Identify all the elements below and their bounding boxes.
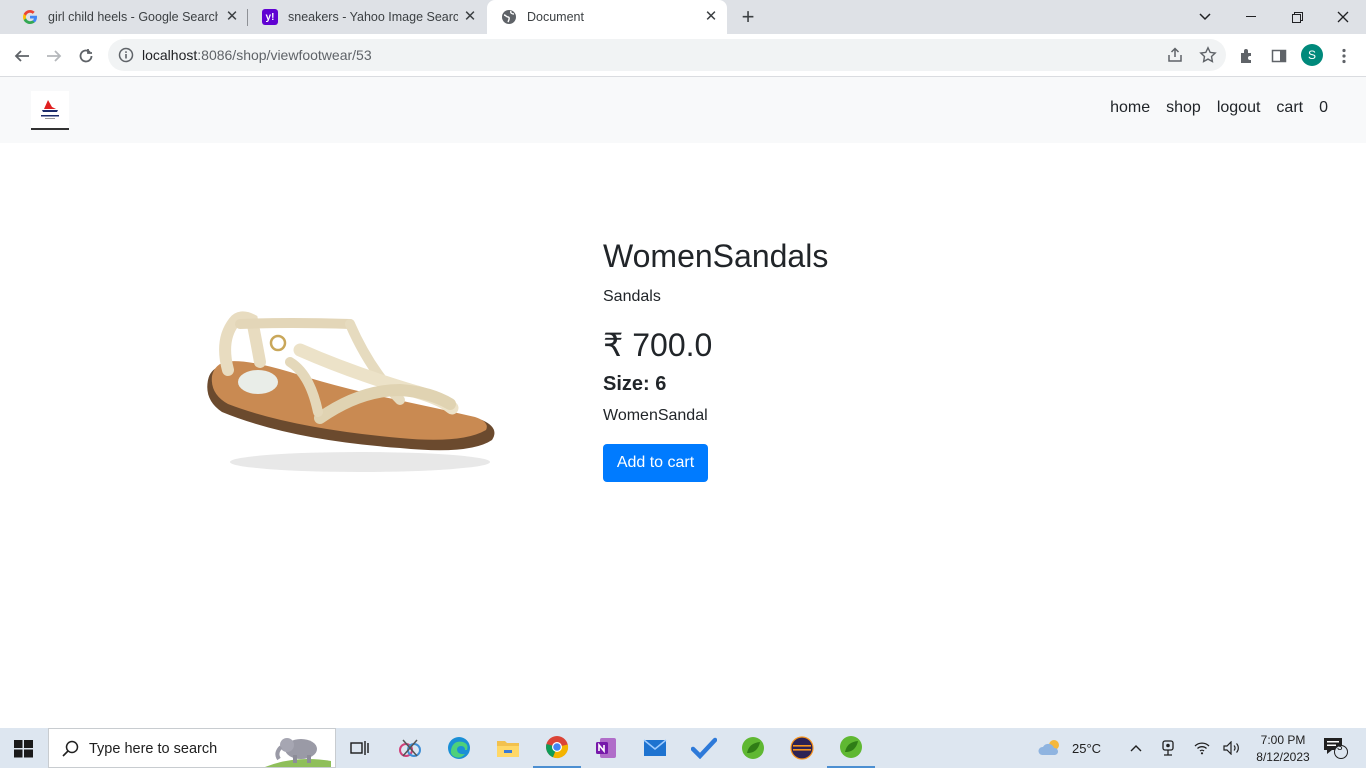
nav-link-shop[interactable]: shop bbox=[1166, 99, 1201, 117]
search-placeholder: Type here to search bbox=[89, 741, 218, 757]
restore-button[interactable] bbox=[1274, 0, 1320, 34]
windows-taskbar: Type here to search 25°C 7:00 PM 8/12/20… bbox=[0, 728, 1366, 768]
url-host: localhost bbox=[142, 47, 198, 63]
close-icon[interactable]: ✕ bbox=[224, 9, 240, 25]
clock-date: 8/12/2023 bbox=[1256, 749, 1310, 764]
brand-logo[interactable] bbox=[31, 91, 69, 130]
file-explorer-icon[interactable] bbox=[484, 728, 532, 768]
product-category: Sandals bbox=[603, 288, 661, 305]
search-icon bbox=[62, 740, 79, 762]
nav-links: home shop logout cart 0 bbox=[1094, 99, 1328, 117]
taskbar-search-box[interactable]: Type here to search bbox=[48, 728, 336, 768]
spring-tools-icon[interactable] bbox=[729, 728, 777, 768]
close-icon[interactable]: ✕ bbox=[703, 9, 719, 25]
spring-tools-running-icon[interactable] bbox=[827, 728, 875, 768]
tab-yahoo-search[interactable]: y! sneakers - Yahoo Image Search R ✕ bbox=[248, 0, 486, 34]
back-arrow-icon[interactable] bbox=[8, 42, 36, 70]
show-hidden-icons-chevron-icon[interactable] bbox=[1130, 728, 1142, 768]
tab-google-search[interactable]: girl child heels - Google Search ✕ bbox=[8, 0, 248, 34]
browser-tab-strip: girl child heels - Google Search ✕ y! sn… bbox=[0, 0, 1366, 34]
task-view-icon[interactable] bbox=[336, 728, 384, 768]
url-text: localhost:8086/shop/viewfootwear/53 bbox=[142, 47, 372, 63]
nav-link-logout[interactable]: logout bbox=[1217, 99, 1261, 117]
forward-arrow-icon[interactable] bbox=[40, 42, 68, 70]
weather-temperature: 25°C bbox=[1072, 740, 1102, 756]
address-bar[interactable]: localhost:8086/shop/viewfootwear/53 bbox=[108, 39, 1226, 71]
kebab-menu-icon[interactable] bbox=[1334, 46, 1354, 66]
onenote-icon[interactable] bbox=[582, 728, 630, 768]
notification-center-icon[interactable]: 3 bbox=[1322, 728, 1350, 768]
product-description: WomenSandal bbox=[603, 407, 708, 424]
nav-link-cart[interactable]: cart bbox=[1276, 99, 1303, 117]
product-price: ₹ 700.0 bbox=[603, 327, 713, 363]
extensions-puzzle-icon[interactable] bbox=[1237, 46, 1257, 66]
url-path: :8086/shop/viewfootwear/53 bbox=[197, 47, 372, 63]
share-icon[interactable] bbox=[1166, 46, 1184, 64]
tab-title: Document bbox=[527, 10, 584, 24]
profile-avatar[interactable]: S bbox=[1301, 44, 1323, 66]
site-info-icon[interactable] bbox=[118, 47, 134, 63]
cart-count: 0 bbox=[1319, 99, 1328, 116]
tab-title: girl child heels - Google Search bbox=[48, 10, 218, 24]
tab-document[interactable]: Document ✕ bbox=[487, 0, 727, 34]
edge-browser-icon[interactable] bbox=[435, 728, 483, 768]
weather-cloud-icon bbox=[1038, 737, 1064, 760]
search-highlight-elephant-icon bbox=[265, 731, 331, 772]
product-name: WomenSandals bbox=[603, 238, 829, 274]
nav-link-home[interactable]: home bbox=[1110, 99, 1150, 117]
product-size: Size: 6 bbox=[603, 373, 667, 395]
tab-title: sneakers - Yahoo Image Search R bbox=[288, 10, 458, 24]
weather-widget[interactable]: 25°C bbox=[1038, 728, 1101, 768]
close-window-button[interactable] bbox=[1320, 0, 1366, 34]
google-g-icon bbox=[22, 9, 38, 25]
chrome-browser-icon[interactable] bbox=[533, 728, 581, 768]
product-image bbox=[200, 300, 500, 480]
browser-toolbar: localhost:8086/shop/viewfootwear/53 S bbox=[0, 34, 1366, 77]
windows-start-icon[interactable] bbox=[14, 740, 34, 763]
todo-check-icon[interactable] bbox=[680, 728, 728, 768]
wifi-icon[interactable] bbox=[1194, 728, 1210, 768]
meet-now-icon[interactable] bbox=[1161, 728, 1175, 768]
eclipse-ide-icon[interactable] bbox=[778, 728, 826, 768]
side-panel-icon[interactable] bbox=[1269, 46, 1289, 66]
clock[interactable]: 7:00 PM 8/12/2023 bbox=[1252, 728, 1314, 768]
notification-count: 3 bbox=[1337, 742, 1343, 753]
close-icon[interactable]: ✕ bbox=[462, 9, 478, 25]
mail-icon[interactable] bbox=[631, 728, 679, 768]
volume-icon[interactable] bbox=[1223, 728, 1241, 768]
tab-search-chevron-icon[interactable] bbox=[1182, 0, 1228, 34]
minimize-button[interactable] bbox=[1228, 0, 1274, 34]
snipping-tool-icon[interactable] bbox=[386, 728, 434, 768]
yahoo-icon: y! bbox=[262, 9, 278, 25]
reload-icon[interactable] bbox=[72, 42, 100, 70]
globe-icon bbox=[501, 9, 517, 25]
new-tab-button[interactable]: + bbox=[736, 6, 760, 30]
clock-time: 7:00 PM bbox=[1260, 732, 1306, 747]
bookmark-star-icon[interactable] bbox=[1199, 46, 1217, 64]
site-navbar: home shop logout cart 0 bbox=[0, 77, 1366, 143]
add-to-cart-button[interactable]: Add to cart bbox=[603, 444, 708, 482]
